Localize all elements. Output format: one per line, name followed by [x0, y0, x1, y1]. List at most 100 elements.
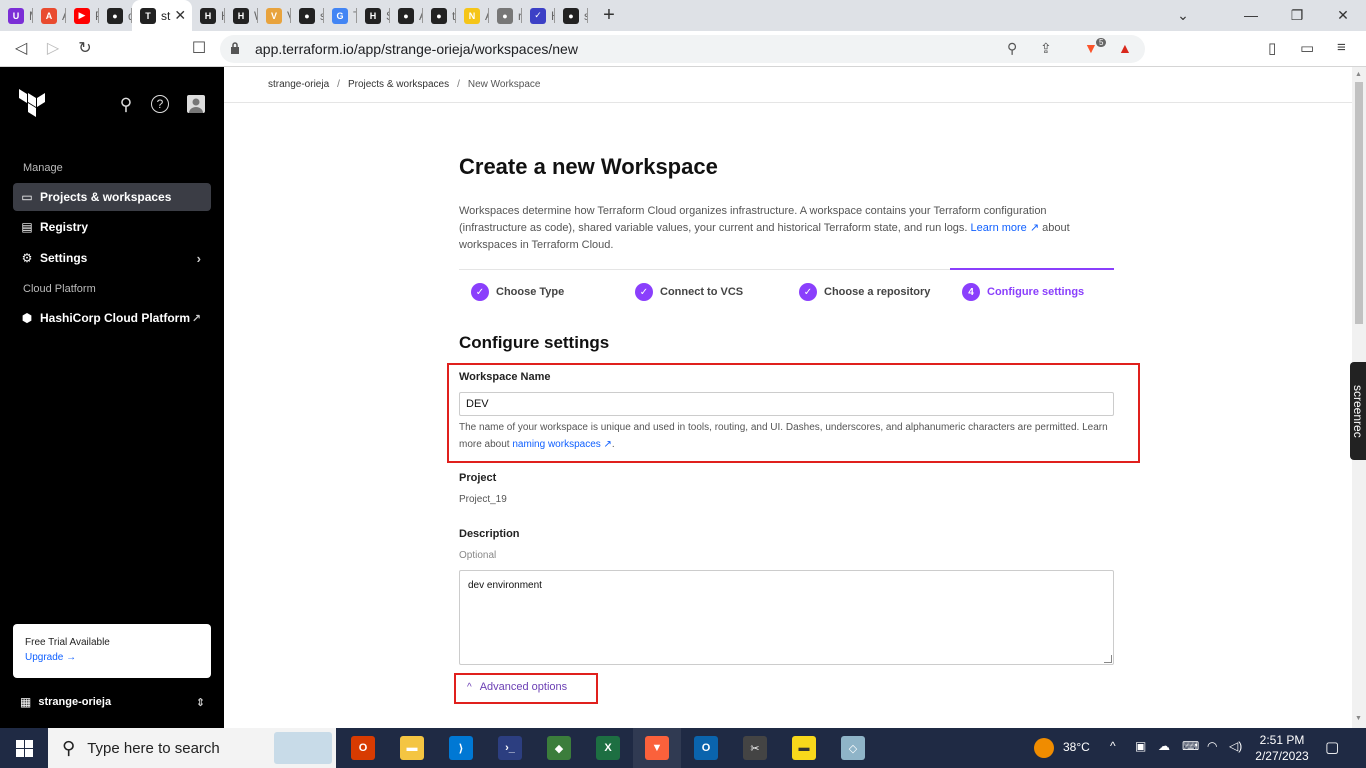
browser-tab[interactable]: ●stlng	[291, 0, 324, 31]
wallet-icon[interactable]: ▭	[1300, 39, 1314, 57]
sidebar-item-label: Projects & workspaces	[40, 190, 172, 204]
scroll-down-icon[interactable]: ▼	[1355, 715, 1362, 722]
office-app-icon[interactable]: O	[351, 736, 375, 760]
resize-handle[interactable]	[1104, 655, 1112, 663]
tab-search-icon[interactable]: ⌄	[1168, 0, 1198, 31]
browser-tab[interactable]: Tst ✕	[132, 0, 192, 31]
clock-time: 2:51 PM	[1259, 733, 1305, 747]
upgrade-link[interactable]: Upgrade →	[25, 652, 199, 663]
tray-chevron-icon[interactable]: ^	[1110, 739, 1116, 753]
new-tab-button[interactable]: +	[594, 4, 624, 27]
screenrec-widget[interactable]: screenrec	[1350, 362, 1366, 460]
step-choose-repository[interactable]: ✓ Choose a repository	[799, 283, 930, 301]
notifications-icon[interactable]: ▢	[1325, 738, 1339, 756]
advanced-options-toggle[interactable]: ^ Advanced options	[467, 681, 567, 693]
user-avatar-icon[interactable]	[187, 95, 205, 113]
check-icon: ✓	[799, 283, 817, 301]
sticky-notes-icon[interactable]: ▬	[792, 736, 816, 760]
browser-tab[interactable]: ●stlng	[555, 0, 588, 31]
snipping-tool-icon[interactable]: ✂	[743, 736, 767, 760]
naming-workspaces-link[interactable]: naming workspaces ↗	[512, 439, 612, 450]
url-field[interactable]: app.terraform.io/app/strange-orieja/work…	[220, 35, 1145, 63]
onedrive-icon[interactable]: ☁	[1158, 739, 1170, 753]
sidebar-item-hcp[interactable]: ⬢ HashiCorp Cloud Platform ↗	[13, 304, 211, 332]
menu-icon[interactable]: ≡	[1337, 39, 1346, 56]
excel-icon[interactable]: X	[596, 736, 620, 760]
browser-tab[interactable]: HWork	[225, 0, 258, 31]
window-controls: ⌄ — ❐ ✕	[1177, 0, 1366, 31]
search-icon: ⚲	[62, 737, 76, 758]
brave-rewards-icon[interactable]: ▲	[1118, 40, 1132, 56]
description-textarea[interactable]: dev environment	[459, 570, 1114, 665]
gitkraken-icon[interactable]: ◆	[547, 736, 571, 760]
windows-start-icon[interactable]	[0, 728, 48, 768]
zoom-icon[interactable]: ⚲	[1007, 40, 1017, 57]
browser-tab[interactable]: NAuto	[456, 0, 489, 31]
vscode-icon[interactable]: ⟩	[449, 736, 473, 760]
browser-tab[interactable]: VVPC	[258, 0, 291, 31]
browser-tab[interactable]: ●Allow	[390, 0, 423, 31]
search-icon[interactable]: ⚲	[116, 95, 136, 115]
powershell-icon[interactable]: ›_	[498, 736, 522, 760]
step-configure-settings[interactable]: 4 Configure settings	[962, 283, 1084, 301]
description-hint: Optional	[459, 550, 497, 561]
sidebar-item-registry[interactable]: ▤ Registry	[13, 213, 211, 241]
back-icon[interactable]: ◁	[10, 38, 32, 60]
maximize-button[interactable]: ❐	[1274, 0, 1320, 31]
wizard-steps: ✓ Choose Type ✓ Connect to VCS ✓ Choose a r…	[459, 268, 1114, 313]
tab-favicon-icon: H	[200, 7, 216, 24]
meet-icon[interactable]: ▣	[1135, 739, 1146, 753]
taskbar-search[interactable]: ⚲ Type here to search	[48, 728, 336, 768]
app-icon[interactable]: ◇	[841, 736, 865, 760]
terraform-logo[interactable]	[19, 89, 45, 119]
step-choose-type[interactable]: ✓ Choose Type	[471, 283, 564, 301]
browser-tab[interactable]: HSettin	[357, 0, 390, 31]
weather-temp[interactable]: 38°C	[1063, 740, 1090, 754]
brave-browser-icon[interactable]: ▼	[633, 728, 681, 768]
minimize-button[interactable]: —	[1228, 0, 1274, 31]
file-explorer-icon[interactable]: ▬	[400, 736, 424, 760]
sidebar-item-settings[interactable]: ⚙ Settings ›	[13, 244, 211, 272]
ime-icon[interactable]: ⌨	[1182, 739, 1199, 753]
sidebar-item-projects[interactable]: ▭ Projects & workspaces	[13, 183, 211, 211]
browser-tab[interactable]: ▶PROJ	[66, 0, 99, 31]
step-connect-vcs[interactable]: ✓ Connect to VCS	[635, 283, 743, 301]
browser-tab[interactable]: HHCP	[192, 0, 225, 31]
workspace-name-input[interactable]: DEV	[459, 392, 1114, 416]
scroll-thumb[interactable]	[1355, 82, 1363, 324]
sidebar-toggle-icon[interactable]: ▯	[1268, 39, 1276, 57]
trial-title: Free Trial Available	[25, 637, 110, 648]
browser-tab[interactable]: UMore	[0, 0, 33, 31]
help-icon[interactable]: ?	[151, 95, 169, 113]
browser-tab[interactable]: ✓How	[522, 0, 555, 31]
outlook-icon[interactable]: O	[694, 736, 718, 760]
forward-icon[interactable]: ▷	[42, 38, 64, 60]
share-icon[interactable]: ⇪	[1040, 40, 1052, 57]
browser-tab[interactable]: ●refpa	[489, 0, 522, 31]
tab-favicon-icon: A	[41, 7, 57, 24]
sidebar-section-manage: Manage	[23, 162, 63, 174]
tab-favicon-icon: H	[233, 7, 249, 24]
wifi-icon[interactable]: ◠	[1207, 739, 1217, 753]
project-value: Project_19	[459, 494, 507, 505]
project-label: Project	[459, 472, 497, 484]
volume-icon[interactable]: ◁)	[1229, 739, 1242, 753]
close-tab-icon[interactable]: ✕	[174, 7, 186, 24]
close-window-button[interactable]: ✕	[1320, 0, 1366, 31]
bookmark-icon[interactable]: ☐	[188, 38, 210, 60]
weather-sun-icon[interactable]	[1034, 738, 1054, 758]
taskbar-clock[interactable]: 2:51 PM 2/27/2023	[1252, 732, 1312, 764]
tab-favicon-icon: H	[365, 7, 381, 24]
browser-tab[interactable]: GTerra	[324, 0, 357, 31]
breadcrumb-projects[interactable]: Projects & workspaces	[348, 79, 449, 90]
check-icon: ✓	[635, 283, 653, 301]
browser-tab[interactable]: ●darey	[99, 0, 132, 31]
browser-tab[interactable]: AAutom	[33, 0, 66, 31]
scroll-up-icon[interactable]: ▲	[1355, 71, 1362, 78]
learn-more-link[interactable]: Learn more ↗	[971, 222, 1040, 234]
org-switcher[interactable]: ▦ strange-orieja ⇕	[20, 695, 205, 709]
breadcrumb-org[interactable]: strange-orieja	[268, 79, 329, 90]
app-sidebar: ⚲ ? Manage ▭ Projects & workspaces ▤ Reg…	[0, 67, 224, 728]
browser-tab[interactable]: ●terra	[423, 0, 456, 31]
reload-icon[interactable]: ↻	[74, 38, 96, 60]
